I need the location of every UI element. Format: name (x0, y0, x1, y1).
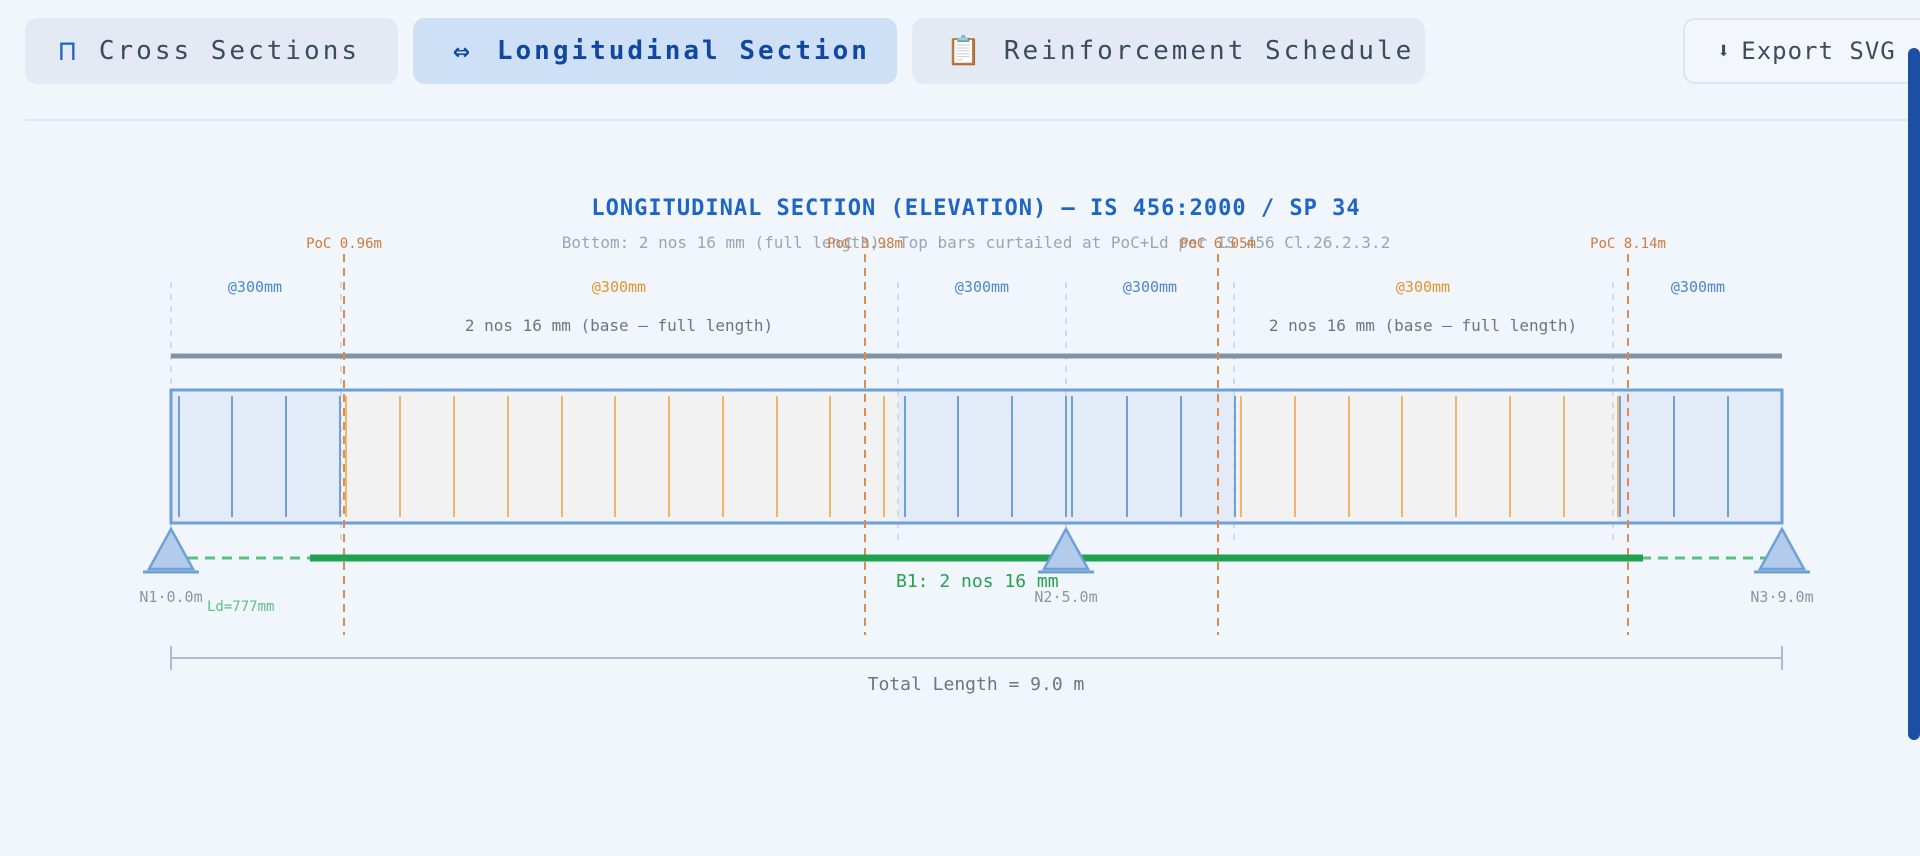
longitudinal-section-diagram: LONGITUDINAL SECTION (ELEVATION) — IS 45… (139, 196, 1813, 695)
total-length-label: Total Length = 9.0 m (868, 674, 1085, 695)
stirrup-spacing-label: @300mm (1671, 278, 1725, 296)
stirrup-spacing-label: @300mm (1123, 278, 1177, 296)
top-bar-label: 2 nos 16 mm (base — full length) (1269, 316, 1577, 335)
top-bar-label: 2 nos 16 mm (base — full length) (465, 316, 773, 335)
diagram-subtitle: Bottom: 2 nos 16 mm (full length). Top b… (562, 233, 1390, 252)
poc-label: PoC 6.05m (1180, 236, 1256, 252)
ld-label: Ld=777mm (207, 599, 274, 615)
bottom-bar-label: B1: 2 nos 16 mm (896, 571, 1059, 592)
poc-label: PoC 3.98m (827, 236, 903, 252)
stirrup-spacing-label: @300mm (1396, 278, 1450, 296)
support-label: N3·9.0m (1750, 588, 1813, 606)
poc-label: PoC 0.96m (306, 236, 382, 252)
beam-middle-zone (1236, 392, 1618, 521)
support-icon (1757, 526, 1807, 571)
support-icon (146, 526, 196, 571)
poc-label: PoC 8.14m (1590, 236, 1666, 252)
beam-middle-zone (341, 392, 898, 521)
stirrup-spacing-label: @300mm (228, 278, 282, 296)
stirrup-spacing-label: @300mm (592, 278, 646, 296)
diagram-title: LONGITUDINAL SECTION (ELEVATION) — IS 45… (591, 196, 1360, 221)
support-label: N1·0.0m (139, 588, 202, 606)
stirrup-spacing-label: @300mm (955, 278, 1009, 296)
support-icon (1041, 526, 1091, 571)
